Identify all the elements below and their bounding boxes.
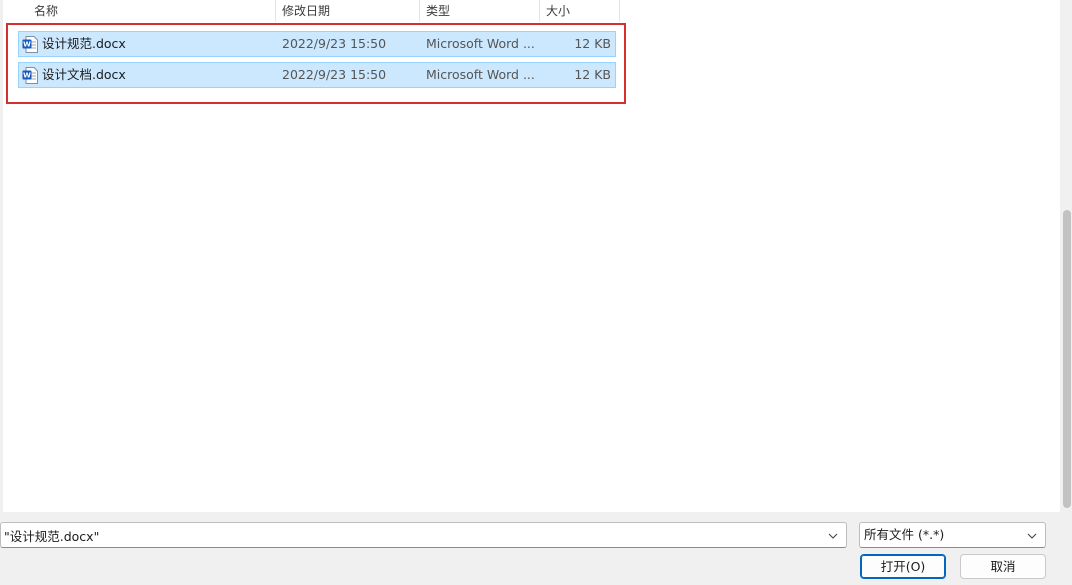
filename-input[interactable] xyxy=(4,524,819,546)
pane-left-edge xyxy=(0,0,3,512)
chevron-down-icon[interactable] xyxy=(1021,524,1043,546)
column-header-date[interactable]: 修改日期 xyxy=(276,0,330,22)
column-header-name[interactable]: 名称 xyxy=(28,0,58,22)
filename-combobox[interactable] xyxy=(0,522,847,548)
dialog-footer: 所有文件 (*.*) 打开(O) 取消 xyxy=(0,512,1072,585)
vertical-scrollbar[interactable] xyxy=(1060,0,1072,512)
file-type-filter-select[interactable]: 所有文件 (*.*) xyxy=(859,522,1046,548)
column-header-bar: 名称 ^ 修改日期 类型 大小 xyxy=(0,0,620,22)
column-divider[interactable] xyxy=(619,0,620,22)
sort-up-icon: ^ xyxy=(146,0,154,4)
file-type-filter-value: 所有文件 (*.*) xyxy=(864,527,945,542)
column-header-type[interactable]: 类型 xyxy=(420,0,450,22)
column-header-size[interactable]: 大小 xyxy=(540,0,570,22)
cancel-button[interactable]: 取消 xyxy=(960,554,1046,579)
chevron-down-icon[interactable] xyxy=(822,524,844,546)
open-button[interactable]: 打开(O) xyxy=(860,554,946,579)
scrollbar-thumb[interactable] xyxy=(1063,210,1071,508)
selection-highlight-box xyxy=(6,23,626,104)
